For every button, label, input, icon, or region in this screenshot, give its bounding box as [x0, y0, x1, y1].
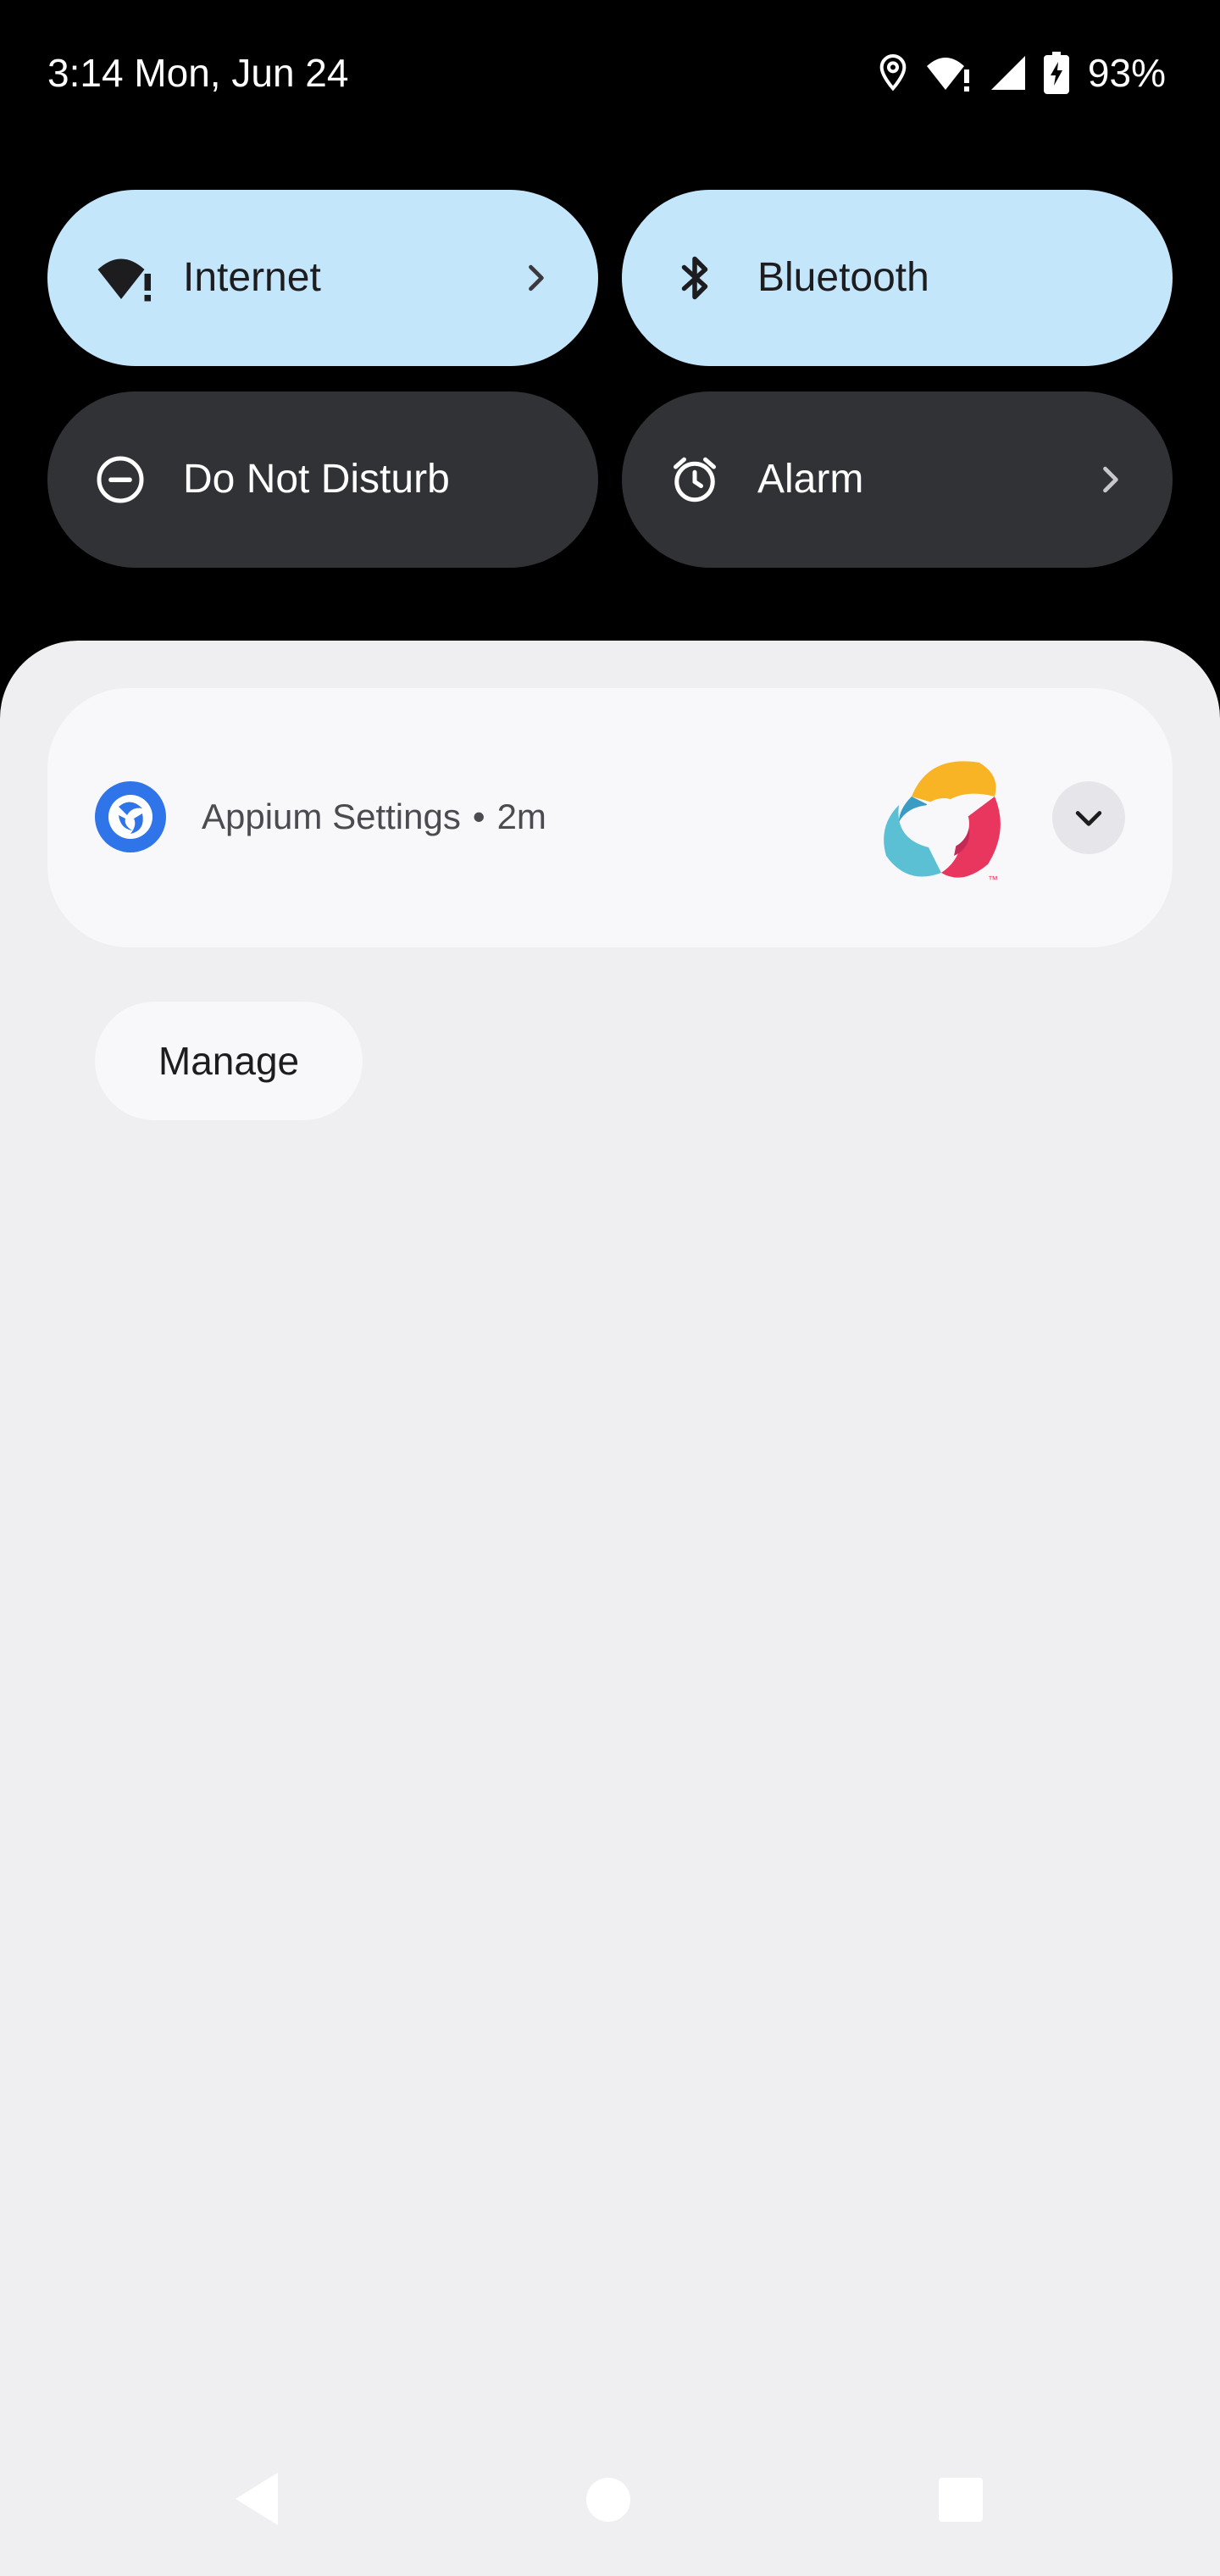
wifi-alert-icon [95, 253, 151, 303]
battery-percentage: 93% [1087, 51, 1166, 95]
bluetooth-tile-label: Bluetooth [757, 255, 929, 300]
notification-app-name: Appium Settings [202, 797, 461, 836]
internet-tile[interactable]: Internet [47, 190, 598, 366]
alarm-tile[interactable]: Alarm [622, 391, 1173, 568]
do-not-disturb-icon [95, 454, 146, 505]
notification-shade: Appium Settings • 2m ™ Manage [0, 641, 1220, 2576]
appium-logo-icon: ™ [861, 737, 1022, 898]
notification-header: Appium Settings • 2m [202, 791, 546, 842]
bluetooth-icon [669, 253, 720, 303]
manage-button[interactable]: Manage [95, 1002, 363, 1120]
chevron-right-icon [517, 259, 554, 297]
alarm-clock-icon [669, 454, 720, 505]
wifi-alert-icon [925, 53, 973, 93]
status-time-date: 3:14 Mon, Jun 24 [47, 51, 349, 95]
battery-charging-icon [1043, 52, 1069, 94]
chevron-right-icon [1091, 461, 1128, 498]
back-icon[interactable] [232, 2469, 283, 2529]
notification-separator: • [472, 797, 485, 836]
notification-time: 2m [496, 797, 546, 836]
do-not-disturb-tile-label: Do Not Disturb [183, 457, 450, 502]
svg-text:™: ™ [988, 874, 998, 886]
status-icons: 93% [876, 47, 1166, 98]
do-not-disturb-tile[interactable]: Do Not Disturb [47, 391, 598, 568]
alarm-tile-label: Alarm [757, 457, 864, 502]
cell-signal-icon [988, 53, 1029, 93]
notification-card[interactable]: Appium Settings • 2m ™ [47, 688, 1173, 947]
navigation-bar [0, 2440, 1220, 2576]
status-bar: 3:14 Mon, Jun 24 93% [0, 0, 1220, 144]
expand-notification-button[interactable] [1052, 781, 1125, 854]
location-icon [876, 53, 910, 93]
appium-settings-app-icon [95, 781, 166, 852]
internet-tile-label: Internet [183, 255, 321, 300]
recents-icon[interactable] [939, 2478, 983, 2522]
bluetooth-tile[interactable]: Bluetooth [622, 190, 1173, 366]
chevron-down-icon [1075, 811, 1102, 826]
home-icon[interactable] [586, 2478, 630, 2522]
